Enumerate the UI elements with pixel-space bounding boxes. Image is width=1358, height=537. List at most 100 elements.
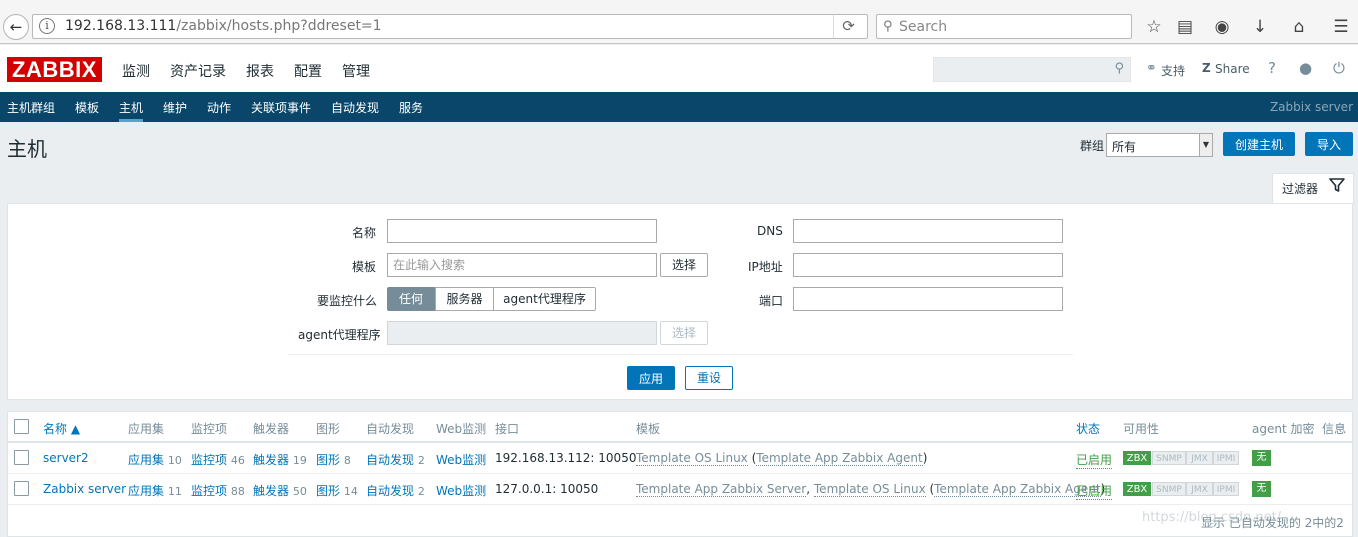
discovery-cell[interactable]: 自动发现 2: [366, 451, 425, 468]
filter-name-input[interactable]: [388, 220, 656, 242]
menu-monitoring[interactable]: 监测: [122, 61, 150, 81]
col-header-info: 信息: [1322, 422, 1347, 436]
discovery-link[interactable]: 自动发现: [366, 484, 414, 498]
menu-reports[interactable]: 报表: [246, 61, 274, 81]
template-link[interactable]: Template OS Linux: [636, 451, 748, 466]
zabbix-logo[interactable]: ZABBIX: [7, 57, 102, 82]
parent-template-link[interactable]: Template App Zabbix Agent: [756, 451, 923, 466]
filter-ip-field[interactable]: [793, 253, 1063, 277]
browser-search-box[interactable]: ⚲: [876, 14, 1132, 39]
menu-inventory[interactable]: 资产记录: [170, 61, 226, 81]
availability-jmx: JMX: [1186, 451, 1213, 465]
filter-tab-label: 过滤器: [1282, 182, 1319, 196]
availability-zbx: ZBX: [1123, 482, 1151, 496]
filter-ip-input[interactable]: [794, 254, 1062, 276]
search-icon[interactable]: ⚲: [1114, 61, 1124, 76]
help-icon[interactable]: ?: [1268, 59, 1276, 77]
filter-reset-button[interactable]: 重设: [685, 366, 733, 390]
submenu-discovery[interactable]: 自动发现: [331, 99, 379, 116]
download-icon[interactable]: ↓: [1249, 16, 1271, 38]
filter-dns-field[interactable]: [793, 219, 1063, 243]
filter-panel: [7, 203, 1353, 400]
filter-name-field[interactable]: [387, 219, 657, 243]
triggers-link[interactable]: 触发器: [253, 453, 289, 467]
submenu-templates[interactable]: 模板: [75, 99, 99, 116]
col-header-name[interactable]: 名称 ▲: [43, 420, 80, 437]
sign-out-icon[interactable]: ⏻: [1333, 59, 1345, 77]
monitored-server-option[interactable]: 服务器: [435, 287, 494, 311]
template-select-button[interactable]: 选择: [660, 253, 708, 277]
items-link[interactable]: 监控项: [191, 453, 227, 467]
filter-port-field[interactable]: [793, 287, 1063, 311]
row-checkbox[interactable]: [14, 450, 29, 465]
graphs-link[interactable]: 图形: [316, 484, 340, 498]
address-bar[interactable]: i 192.168.13.111/zabbix/hosts.php?ddrese…: [32, 14, 868, 39]
status-toggle[interactable]: 已启用: [1076, 451, 1113, 469]
submenu-host-groups[interactable]: 主机群组: [7, 99, 55, 116]
items-cell[interactable]: 监控项 88: [191, 482, 245, 499]
monitored-any-option[interactable]: 任何: [387, 287, 435, 311]
hamburger-menu-icon[interactable]: ☰: [1330, 16, 1352, 38]
reading-list-icon[interactable]: ▤: [1174, 16, 1196, 38]
filter-apply-button[interactable]: 应用: [627, 366, 675, 390]
group-label: 群组: [1080, 139, 1105, 153]
global-search-input[interactable]: ⚲: [933, 57, 1131, 82]
support-link[interactable]: 支持: [1161, 62, 1185, 79]
filter-template-field[interactable]: [387, 253, 657, 277]
create-host-button[interactable]: 创建主机: [1223, 132, 1295, 156]
url-text: 192.168.13.111/zabbix/hosts.php?ddreset=…: [65, 18, 382, 34]
web-link[interactable]: Web监测: [436, 482, 486, 499]
browser-search-input[interactable]: [899, 17, 1124, 36]
row-checkbox[interactable]: [14, 481, 29, 496]
discovery-cell[interactable]: 自动发现 2: [366, 482, 425, 499]
monitored-proxy-option[interactable]: agent代理程序: [493, 287, 596, 311]
availability-jmx: JMX: [1186, 482, 1213, 496]
col-header-status[interactable]: 状态: [1076, 420, 1100, 437]
triggers-cell[interactable]: 触发器 19: [253, 451, 307, 468]
triggers-cell[interactable]: 触发器 50: [253, 482, 307, 499]
group-select[interactable]: 所有 ▼: [1106, 133, 1213, 157]
menu-administration[interactable]: 管理: [342, 61, 370, 81]
user-profile-icon[interactable]: ●: [1299, 59, 1312, 77]
template-link[interactable]: Template OS Linux: [813, 482, 926, 497]
host-name-link[interactable]: Zabbix server: [43, 482, 126, 496]
host-name-link[interactable]: server2: [43, 451, 89, 465]
graphs-cell[interactable]: 图形 14: [316, 482, 358, 499]
filter-port-input[interactable]: [794, 288, 1062, 310]
filter-tab[interactable]: 过滤器: [1272, 173, 1354, 204]
submenu-actions[interactable]: 动作: [207, 99, 231, 116]
applications-cell[interactable]: 应用集 10: [128, 451, 182, 468]
graphs-cell[interactable]: 图形 8: [316, 451, 351, 468]
submenu-services[interactable]: 服务: [399, 99, 423, 116]
submenu-hosts[interactable]: 主机: [119, 99, 144, 122]
server-name: Zabbix server: [1269, 100, 1353, 114]
discovery-link[interactable]: 自动发现: [366, 453, 414, 467]
submenu-maintenance[interactable]: 维护: [163, 99, 187, 116]
submenu-event-correlation[interactable]: 关联项事件: [251, 99, 311, 116]
filter-template-input[interactable]: [388, 254, 656, 276]
status-toggle[interactable]: 已启用: [1076, 482, 1113, 500]
pocket-icon[interactable]: ◉: [1211, 16, 1233, 38]
applications-cell[interactable]: 应用集 11: [128, 482, 182, 499]
applications-link[interactable]: 应用集: [128, 453, 164, 467]
template-link[interactable]: Template App Zabbix Server: [636, 482, 807, 497]
items-link[interactable]: 监控项: [191, 484, 227, 498]
import-button[interactable]: 导入: [1305, 132, 1353, 156]
filter-port-label: 端口: [759, 294, 784, 308]
triggers-link[interactable]: 触发器: [253, 484, 289, 498]
items-cell[interactable]: 监控项 46: [191, 451, 245, 468]
home-icon[interactable]: ⌂: [1288, 16, 1310, 38]
web-link[interactable]: Web监测: [436, 451, 486, 468]
site-info-icon[interactable]: i: [39, 18, 55, 34]
menu-configuration[interactable]: 配置: [294, 61, 322, 81]
bookmark-star-icon[interactable]: ☆: [1143, 16, 1165, 38]
graphs-link[interactable]: 图形: [316, 453, 340, 467]
back-arrow-icon[interactable]: ←: [3, 14, 29, 40]
filter-dns-input[interactable]: [794, 220, 1062, 242]
filter-divider: [288, 354, 1073, 355]
share-link[interactable]: Share: [1215, 62, 1250, 76]
reload-icon[interactable]: ⟳: [833, 15, 863, 38]
col-header-applications: 应用集: [128, 422, 165, 436]
select-all-checkbox[interactable]: [14, 419, 29, 434]
applications-link[interactable]: 应用集: [128, 484, 164, 498]
